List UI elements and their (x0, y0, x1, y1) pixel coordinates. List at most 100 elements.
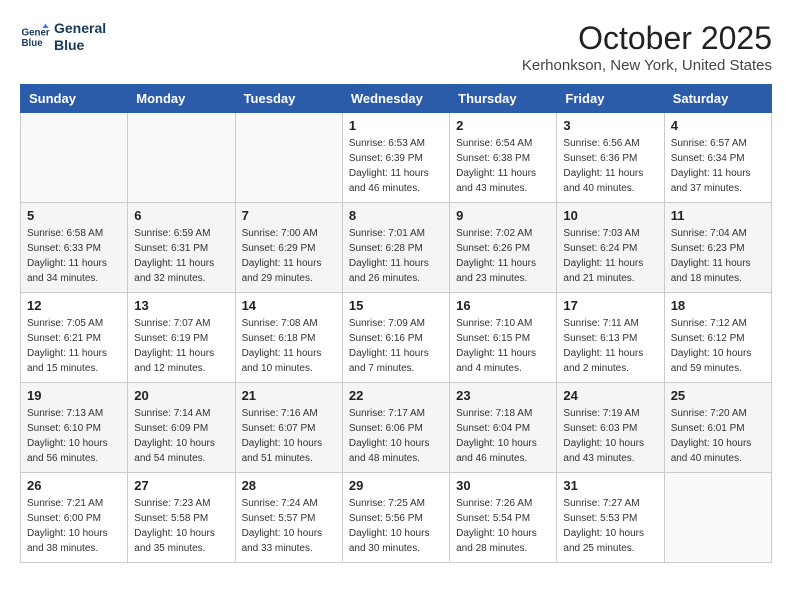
calendar-day-cell (128, 113, 235, 203)
location-subtitle: Kerhonkson, New York, United States (522, 57, 772, 74)
day-info: Sunrise: 6:57 AMSunset: 6:34 PMDaylight:… (671, 136, 765, 196)
calendar-day-cell: 31 Sunrise: 7:27 AMSunset: 5:53 PMDayligh… (557, 473, 664, 563)
page-header: General Blue General Blue October 2025 K… (20, 20, 772, 74)
calendar-day-cell: 30 Sunrise: 7:26 AMSunset: 5:54 PMDayligh… (450, 473, 557, 563)
day-info: Sunrise: 7:26 AMSunset: 5:54 PMDaylight:… (456, 496, 550, 556)
day-number: 9 (456, 208, 550, 223)
day-number: 17 (563, 298, 657, 313)
day-number: 19 (27, 388, 121, 403)
day-info: Sunrise: 6:59 AMSunset: 6:31 PMDaylight:… (134, 226, 228, 286)
calendar-day-cell: 25Sunrise: 7:20 AMSunset: 6:01 PMDayligh… (664, 383, 771, 473)
day-info: Sunrise: 7:10 AMSunset: 6:15 PMDaylight:… (456, 316, 550, 376)
day-number: 14 (242, 298, 336, 313)
logo-blue: Blue (54, 37, 106, 54)
day-number: 2 (456, 118, 550, 133)
day-info: Sunrise: 7:02 AMSunset: 6:26 PMDaylight:… (456, 226, 550, 286)
weekday-header-row: SundayMondayTuesdayWednesdayThursdayFrid… (21, 85, 772, 113)
day-number: 6 (134, 208, 228, 223)
day-info: Sunrise: 7:25 AMSunset: 5:56 PMDaylight:… (349, 496, 443, 556)
day-number: 5 (27, 208, 121, 223)
day-info: Sunrise: 7:17 AMSunset: 6:06 PMDaylight:… (349, 406, 443, 466)
day-info: Sunrise: 7:01 AMSunset: 6:28 PMDaylight:… (349, 226, 443, 286)
calendar-table: SundayMondayTuesdayWednesdayThursdayFrid… (20, 84, 772, 563)
day-info: Sunrise: 7:27 AMSunset: 5:53 PMDaylight:… (563, 496, 657, 556)
day-info: Sunrise: 7:23 AMSunset: 5:58 PMDaylight:… (134, 496, 228, 556)
calendar-day-cell: 15Sunrise: 7:09 AMSunset: 6:16 PMDayligh… (342, 293, 449, 383)
calendar-day-cell: 19 Sunrise: 7:13 AMSunset: 6:10 PMDayligh… (21, 383, 128, 473)
day-info: Sunrise: 7:13 AMSunset: 6:10 PMDaylight:… (27, 406, 121, 466)
calendar-day-cell: 16 Sunrise: 7:10 AMSunset: 6:15 PMDayligh… (450, 293, 557, 383)
weekday-header: Sunday (21, 85, 128, 113)
day-number: 25 (671, 388, 765, 403)
calendar-day-cell: 21 Sunrise: 7:16 AMSunset: 6:07 PMDayligh… (235, 383, 342, 473)
day-number: 21 (242, 388, 336, 403)
day-number: 22 (349, 388, 443, 403)
day-number: 8 (349, 208, 443, 223)
day-number: 1 (349, 118, 443, 133)
calendar-week-row: 1 Sunrise: 6:53 AMSunset: 6:39 PMDaylight… (21, 113, 772, 203)
day-info: Sunrise: 7:03 AMSunset: 6:24 PMDaylight:… (563, 226, 657, 286)
calendar-day-cell: 8 Sunrise: 7:01 AMSunset: 6:28 PMDaylight… (342, 203, 449, 293)
day-info: Sunrise: 6:56 AMSunset: 6:36 PMDaylight:… (563, 136, 657, 196)
day-number: 28 (242, 478, 336, 493)
calendar-week-row: 12 Sunrise: 7:05 AMSunset: 6:21 PMDayligh… (21, 293, 772, 383)
calendar-day-cell: 20Sunrise: 7:14 AMSunset: 6:09 PMDayligh… (128, 383, 235, 473)
calendar-day-cell: 1 Sunrise: 6:53 AMSunset: 6:39 PMDaylight… (342, 113, 449, 203)
calendar-day-cell (21, 113, 128, 203)
calendar-day-cell: 4 Sunrise: 6:57 AMSunset: 6:34 PMDaylight… (664, 113, 771, 203)
day-info: Sunrise: 7:16 AMSunset: 6:07 PMDaylight:… (242, 406, 336, 466)
calendar-day-cell: 10Sunrise: 7:03 AMSunset: 6:24 PMDayligh… (557, 203, 664, 293)
day-info: Sunrise: 7:08 AMSunset: 6:18 PMDaylight:… (242, 316, 336, 376)
logo-general: General (54, 20, 106, 37)
calendar-day-cell: 27Sunrise: 7:23 AMSunset: 5:58 PMDayligh… (128, 473, 235, 563)
day-info: Sunrise: 6:54 AMSunset: 6:38 PMDaylight:… (456, 136, 550, 196)
weekday-header: Monday (128, 85, 235, 113)
day-info: Sunrise: 7:19 AMSunset: 6:03 PMDaylight:… (563, 406, 657, 466)
day-number: 3 (563, 118, 657, 133)
day-info: Sunrise: 7:12 AMSunset: 6:12 PMDaylight:… (671, 316, 765, 376)
day-info: Sunrise: 7:14 AMSunset: 6:09 PMDaylight:… (134, 406, 228, 466)
calendar-week-row: 26Sunrise: 7:21 AMSunset: 6:00 PMDayligh… (21, 473, 772, 563)
day-number: 31 (563, 478, 657, 493)
day-info: Sunrise: 7:00 AMSunset: 6:29 PMDaylight:… (242, 226, 336, 286)
day-info: Sunrise: 7:07 AMSunset: 6:19 PMDaylight:… (134, 316, 228, 376)
day-info: Sunrise: 7:04 AMSunset: 6:23 PMDaylight:… (671, 226, 765, 286)
month-title: October 2025 (522, 20, 772, 57)
logo: General Blue General Blue (20, 20, 106, 54)
day-number: 29 (349, 478, 443, 493)
calendar-day-cell: 9 Sunrise: 7:02 AMSunset: 6:26 PMDaylight… (450, 203, 557, 293)
day-number: 30 (456, 478, 550, 493)
day-number: 18 (671, 298, 765, 313)
calendar-day-cell: 6 Sunrise: 6:59 AMSunset: 6:31 PMDaylight… (128, 203, 235, 293)
calendar-week-row: 19 Sunrise: 7:13 AMSunset: 6:10 PMDayligh… (21, 383, 772, 473)
day-info: Sunrise: 7:24 AMSunset: 5:57 PMDaylight:… (242, 496, 336, 556)
calendar-day-cell (235, 113, 342, 203)
calendar-day-cell (664, 473, 771, 563)
day-number: 16 (456, 298, 550, 313)
day-info: Sunrise: 7:05 AMSunset: 6:21 PMDaylight:… (27, 316, 121, 376)
day-info: Sunrise: 6:58 AMSunset: 6:33 PMDaylight:… (27, 226, 121, 286)
calendar-day-cell: 11 Sunrise: 7:04 AMSunset: 6:23 PMDayligh… (664, 203, 771, 293)
calendar-day-cell: 14 Sunrise: 7:08 AMSunset: 6:18 PMDayligh… (235, 293, 342, 383)
calendar-day-cell: 29 Sunrise: 7:25 AMSunset: 5:56 PMDayligh… (342, 473, 449, 563)
title-section: October 2025 Kerhonkson, New York, Unite… (522, 20, 772, 74)
day-number: 26 (27, 478, 121, 493)
day-number: 11 (671, 208, 765, 223)
day-number: 23 (456, 388, 550, 403)
calendar-day-cell: 12 Sunrise: 7:05 AMSunset: 6:21 PMDayligh… (21, 293, 128, 383)
weekday-header: Thursday (450, 85, 557, 113)
day-info: Sunrise: 7:11 AMSunset: 6:13 PMDaylight:… (563, 316, 657, 376)
calendar-day-cell: 26Sunrise: 7:21 AMSunset: 6:00 PMDayligh… (21, 473, 128, 563)
calendar-day-cell: 22 Sunrise: 7:17 AMSunset: 6:06 PMDayligh… (342, 383, 449, 473)
day-info: Sunrise: 6:53 AMSunset: 6:39 PMDaylight:… (349, 136, 443, 196)
day-number: 12 (27, 298, 121, 313)
weekday-header: Saturday (664, 85, 771, 113)
calendar-day-cell: 7 Sunrise: 7:00 AMSunset: 6:29 PMDaylight… (235, 203, 342, 293)
calendar-day-cell: 18 Sunrise: 7:12 AMSunset: 6:12 PMDayligh… (664, 293, 771, 383)
svg-text:General: General (22, 27, 51, 38)
day-number: 7 (242, 208, 336, 223)
day-info: Sunrise: 7:09 AMSunset: 6:16 PMDaylight:… (349, 316, 443, 376)
svg-text:Blue: Blue (22, 38, 44, 49)
day-number: 4 (671, 118, 765, 133)
weekday-header: Friday (557, 85, 664, 113)
